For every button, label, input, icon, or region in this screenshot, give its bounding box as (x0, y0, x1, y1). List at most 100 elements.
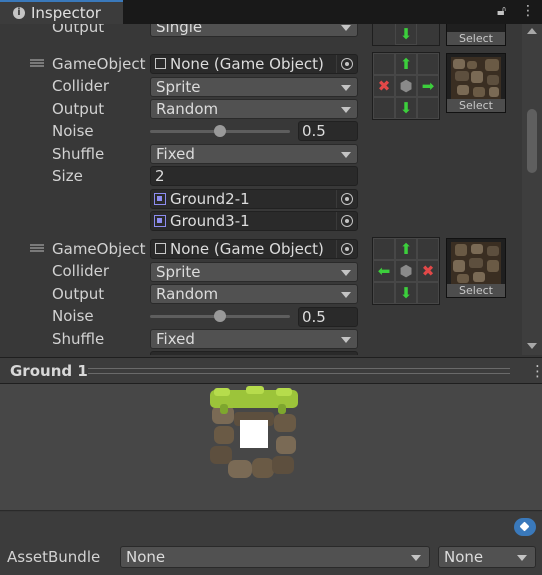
scroll-down-icon[interactable] (527, 343, 537, 349)
info-icon: i (13, 7, 25, 19)
neighbor-grid-1[interactable]: ⬆ ✖ ⬢ ➡ ⬇ (372, 52, 440, 120)
object-picker-icon[interactable] (341, 193, 353, 205)
chevron-down-icon (341, 292, 351, 298)
size-value-1: 2 (155, 167, 165, 185)
gameobject-label-1: GameObject (52, 55, 146, 73)
sprite-thumbnail-1[interactable]: Select (446, 53, 506, 113)
size-label-1: Size (52, 167, 83, 185)
collider-label-2: Collider (52, 262, 110, 280)
chevron-down-icon (411, 555, 421, 561)
field-separator (336, 212, 337, 230)
noise-slider-1[interactable] (150, 125, 290, 137)
assetbundle-label: AssetBundle (7, 548, 101, 566)
neighbor-grid-2[interactable]: ⬆ ⬅ ⬢ ✖ ⬇ (372, 237, 440, 305)
down-arrow-icon[interactable]: ⬇ (395, 282, 417, 304)
grid-cell[interactable] (417, 53, 439, 75)
footer-bar: AssetBundle None None (0, 512, 542, 575)
shuffle-dropdown-2[interactable]: Fixed (150, 329, 358, 349)
sprite-value-2: Ground3-1 (170, 212, 250, 230)
scroll-up-icon[interactable] (527, 28, 537, 34)
noise-value-1: 0.5 (302, 122, 326, 140)
select-label-1[interactable]: Select (447, 99, 505, 112)
assetbundle-dropdown[interactable]: None (120, 546, 430, 568)
drag-bar[interactable] (88, 368, 510, 374)
output-label-1: Output (52, 100, 105, 118)
gameobject-label-2: GameObject (52, 240, 146, 258)
grid-cell[interactable] (373, 282, 395, 304)
kebab-menu-icon[interactable]: ⋮ (521, 3, 535, 19)
chevron-down-icon (341, 270, 351, 276)
chevron-down-icon (517, 555, 527, 561)
field-separator (336, 55, 337, 73)
x-icon[interactable]: ✖ (417, 260, 439, 282)
size-input-1[interactable]: 2 (150, 166, 358, 186)
lock-icon[interactable]: 🔓︎ (497, 3, 506, 19)
gameobject-field-1[interactable]: None (Game Object) (150, 54, 358, 74)
tab-inspector[interactable]: i Inspector (0, 0, 123, 24)
top-output-dropdown[interactable]: Single (150, 24, 358, 37)
preview-title: Ground 1 (10, 362, 88, 380)
up-arrow-icon[interactable]: ⬆ (395, 238, 417, 260)
object-picker-icon[interactable] (341, 243, 353, 255)
output-label-2: Output (52, 285, 105, 303)
grid-cell[interactable] (417, 282, 439, 304)
top-output-label: Output (52, 24, 105, 36)
shuffle-dropdown-1[interactable]: Fixed (150, 144, 358, 164)
object-picker-icon[interactable] (341, 215, 353, 227)
scrollbar-thumb[interactable] (527, 109, 537, 173)
collider-value-1: Sprite (156, 78, 201, 96)
assetbundle-variant-dropdown[interactable]: None (438, 546, 536, 568)
noise-slider-thumb-2[interactable] (214, 310, 226, 322)
output-dropdown-2[interactable]: Random (150, 284, 358, 304)
sprite-value-1: Ground2-1 (170, 190, 250, 208)
assetbundle-variant-value: None (444, 548, 484, 566)
output-dropdown-1[interactable]: Random (150, 99, 358, 119)
shuffle-value-2: Fixed (156, 330, 195, 348)
sprite-thumbnail-2[interactable]: Select (446, 238, 506, 298)
top-neighbor-grid[interactable]: ⬇ (372, 24, 440, 46)
sprite-field-1[interactable]: Ground2-1 (150, 189, 358, 209)
chevron-down-icon (341, 25, 351, 31)
chevron-down-icon (341, 85, 351, 91)
x-icon[interactable]: ✖ (373, 75, 395, 97)
shuffle-label-1: Shuffle (52, 145, 105, 163)
collider-dropdown-1[interactable]: Sprite (150, 77, 358, 97)
gameobject-field-2[interactable]: None (Game Object) (150, 239, 358, 259)
down-arrow-icon[interactable]: ⬇ (395, 24, 417, 45)
sprite-field-2[interactable]: Ground3-1 (150, 211, 358, 231)
noise-slider-2[interactable] (150, 310, 290, 322)
size-input-2-partial[interactable] (150, 351, 358, 355)
sprite-icon (154, 193, 166, 205)
shuffle-value-1: Fixed (156, 145, 195, 163)
noise-input-2[interactable]: 0.5 (298, 307, 358, 327)
chevron-down-icon (341, 337, 351, 343)
right-arrow-icon[interactable]: ➡ (417, 75, 439, 97)
left-arrow-icon[interactable]: ⬅ (373, 260, 395, 282)
select-label-2[interactable]: Select (447, 284, 505, 297)
noise-slider-thumb-1[interactable] (214, 125, 226, 137)
top-output-value: Single (156, 24, 203, 36)
noise-input-1[interactable]: 0.5 (298, 121, 358, 141)
output-value-2: Random (156, 285, 219, 303)
preview-header[interactable]: Ground 1 ⋮ (0, 357, 542, 384)
grid-cell[interactable] (417, 97, 439, 119)
object-picker-icon[interactable] (341, 58, 353, 70)
collider-dropdown-2[interactable]: Sprite (150, 262, 358, 282)
grid-cell[interactable] (373, 97, 395, 119)
grid-cell[interactable] (373, 53, 395, 75)
kebab-menu-icon[interactable]: ⋮ (530, 362, 542, 380)
assetbundle-value: None (126, 548, 166, 566)
drag-handle-icon[interactable] (30, 244, 44, 252)
grid-cell[interactable] (417, 238, 439, 260)
tag-icon[interactable] (514, 518, 536, 536)
gameobject-icon (155, 243, 166, 254)
gameobject-value-2: None (Game Object) (170, 240, 324, 258)
vertical-scrollbar[interactable] (522, 24, 542, 355)
top-sprite-thumbnail[interactable]: Select (446, 24, 506, 46)
top-select-label[interactable]: Select (447, 32, 505, 45)
up-arrow-icon[interactable]: ⬆ (395, 53, 417, 75)
down-arrow-icon[interactable]: ⬇ (395, 97, 417, 119)
tab-inspector-label: Inspector (31, 4, 101, 22)
drag-handle-icon[interactable] (30, 59, 44, 67)
grid-cell[interactable] (373, 238, 395, 260)
